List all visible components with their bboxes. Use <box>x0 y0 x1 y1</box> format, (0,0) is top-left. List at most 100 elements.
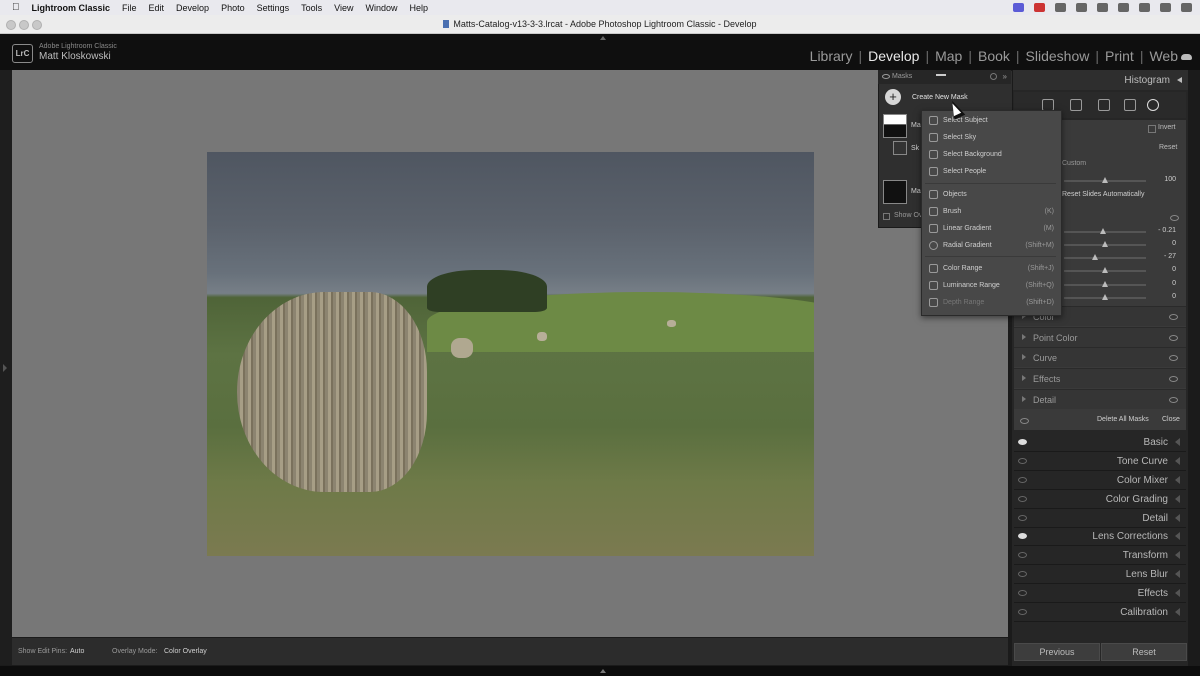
mask-overlay-eye-icon[interactable] <box>1020 418 1029 424</box>
module-develop[interactable]: Develop <box>868 48 919 64</box>
eye-icon[interactable] <box>1169 335 1178 341</box>
menu-help[interactable]: Help <box>410 3 429 13</box>
menu-item-objects[interactable]: Objects <box>921 187 1060 203</box>
sky-component-thumbnail[interactable] <box>893 141 907 155</box>
exposure-value[interactable]: - 0.21 <box>1146 227 1176 234</box>
eye-icon[interactable] <box>882 74 890 79</box>
mask-1-component-name[interactable]: Sk <box>911 145 919 152</box>
contrast-slider[interactable] <box>1064 241 1146 247</box>
shadows-value[interactable]: 0 <box>1146 266 1176 273</box>
collapse-panel-icon[interactable]: » <box>1003 72 1007 81</box>
menu-view[interactable]: View <box>334 3 353 13</box>
menu-edit[interactable]: Edit <box>149 3 165 13</box>
bottom-panel-toggle-icon[interactable] <box>600 669 606 673</box>
creative-cloud-icon[interactable] <box>1055 3 1066 12</box>
histogram-header[interactable]: Histogram <box>1012 70 1188 90</box>
eye-icon[interactable] <box>1018 496 1027 502</box>
battery-icon[interactable] <box>1097 3 1108 12</box>
menu-item-select-background[interactable]: Select Background <box>921 147 1060 163</box>
menu-item-select-subject[interactable]: Select Subject <box>921 113 1060 129</box>
highlights-value[interactable]: - 27 <box>1146 253 1176 260</box>
eye-icon[interactable] <box>1169 397 1178 403</box>
mask-2-name[interactable]: Ma <box>911 188 921 195</box>
mask-1-thumbnail[interactable] <box>883 114 907 138</box>
search-icon[interactable] <box>1139 3 1150 12</box>
highlights-slider[interactable] <box>1064 254 1146 260</box>
module-web[interactable]: Web <box>1149 48 1178 64</box>
menu-item-radial-gradient[interactable]: Radial Gradient (Shift+M) <box>921 238 1060 254</box>
drag-handle-icon[interactable] <box>936 74 946 76</box>
edit-pins-select[interactable]: Auto <box>70 648 84 655</box>
screen-record-icon[interactable] <box>1013 3 1024 12</box>
masks-panel-header[interactable]: Masks » <box>878 70 1011 84</box>
invert-checkbox[interactable] <box>1148 125 1156 133</box>
delete-all-masks-button[interactable]: Delete All Masks <box>1097 416 1149 423</box>
module-book[interactable]: Book <box>978 48 1010 64</box>
section-lens-blur[interactable]: Lens Blur <box>1014 565 1186 584</box>
module-library[interactable]: Library <box>810 48 853 64</box>
menu-develop[interactable]: Develop <box>176 3 209 13</box>
mask-reset-button[interactable]: Reset <box>1159 144 1177 151</box>
section-detail[interactable]: Detail <box>1014 509 1186 528</box>
top-panel-toggle-icon[interactable] <box>600 36 606 40</box>
mask-section-detail[interactable]: Detail <box>1014 389 1186 409</box>
cloud-sync-icon[interactable] <box>1181 54 1192 60</box>
help-icon[interactable] <box>990 73 997 80</box>
module-map[interactable]: Map <box>935 48 962 64</box>
eye-icon[interactable] <box>1018 590 1027 596</box>
module-slideshow[interactable]: Slideshow <box>1026 48 1090 64</box>
control-center-icon[interactable] <box>1160 3 1171 12</box>
eye-icon[interactable] <box>1018 552 1027 558</box>
menu-item-linear-gradient[interactable]: Linear Gradient (M) <box>921 221 1060 237</box>
section-color-mixer[interactable]: Color Mixer <box>1014 471 1186 490</box>
blacks-value[interactable]: 0 <box>1146 293 1176 300</box>
whites-value[interactable]: 0 <box>1146 280 1176 287</box>
menu-window[interactable]: Window <box>366 3 398 13</box>
create-new-mask-label[interactable]: Create New Mask <box>912 94 968 101</box>
mask-2-thumbnail[interactable] <box>883 180 907 204</box>
menu-item-color-range[interactable]: Color Range (Shift+J) <box>921 261 1060 277</box>
amount-value[interactable]: 100 <box>1146 176 1176 183</box>
menu-item-brush[interactable]: Brush (K) <box>921 204 1060 220</box>
close-window-button[interactable] <box>6 20 16 30</box>
menu-file[interactable]: File <box>122 3 137 13</box>
section-transform[interactable]: Transform <box>1014 546 1186 565</box>
app-icon[interactable] <box>1034 3 1045 12</box>
masking-icon[interactable] <box>1147 99 1159 111</box>
amount-preset-select[interactable]: Custom <box>1062 160 1086 167</box>
menu-photo[interactable]: Photo <box>221 3 245 13</box>
eye-icon[interactable] <box>1018 609 1027 615</box>
contrast-value[interactable]: 0 <box>1146 240 1176 247</box>
module-print[interactable]: Print <box>1105 48 1134 64</box>
section-tone-curve[interactable]: Tone Curve <box>1014 452 1186 471</box>
eye-icon[interactable] <box>1169 314 1178 320</box>
menu-item-luminance-range[interactable]: Luminance Range (Shift+Q) <box>921 278 1060 294</box>
section-lens-corrections[interactable]: Lens Corrections <box>1014 527 1186 546</box>
whites-slider[interactable] <box>1064 281 1146 287</box>
eye-icon[interactable] <box>1169 376 1178 382</box>
siri-icon[interactable] <box>1181 3 1192 12</box>
mask-visibility-eye-icon[interactable] <box>1170 215 1179 221</box>
overlay-mode-select[interactable]: Color Overlay <box>164 648 207 655</box>
zoom-window-button[interactable] <box>32 20 42 30</box>
menu-tools[interactable]: Tools <box>301 3 322 13</box>
mask-section-effects[interactable]: Effects <box>1014 368 1186 388</box>
amount-slider[interactable] <box>1064 177 1146 183</box>
close-masks-button[interactable]: Close <box>1162 416 1180 423</box>
mask-1-name[interactable]: Ma <box>911 122 921 129</box>
heal-icon[interactable] <box>1098 99 1110 111</box>
menu-item-select-people[interactable]: Select People <box>921 164 1060 180</box>
crop-icon[interactable] <box>1070 99 1082 111</box>
eye-icon[interactable] <box>1169 355 1178 361</box>
previous-button[interactable]: Previous <box>1014 643 1100 661</box>
mask-section-curve[interactable]: Curve <box>1014 347 1186 367</box>
menu-settings[interactable]: Settings <box>257 3 290 13</box>
reset-sliders-checkbox-label[interactable]: Reset Slides Automatically <box>1062 191 1144 198</box>
eye-icon[interactable] <box>1018 515 1027 521</box>
eye-icon[interactable] <box>1018 571 1027 577</box>
photo-hay-bale-field[interactable] <box>207 152 814 556</box>
wifi-icon[interactable] <box>1118 3 1129 12</box>
play-icon[interactable] <box>1076 3 1087 12</box>
blacks-slider[interactable] <box>1064 294 1146 300</box>
section-color-grading[interactable]: Color Grading <box>1014 490 1186 509</box>
